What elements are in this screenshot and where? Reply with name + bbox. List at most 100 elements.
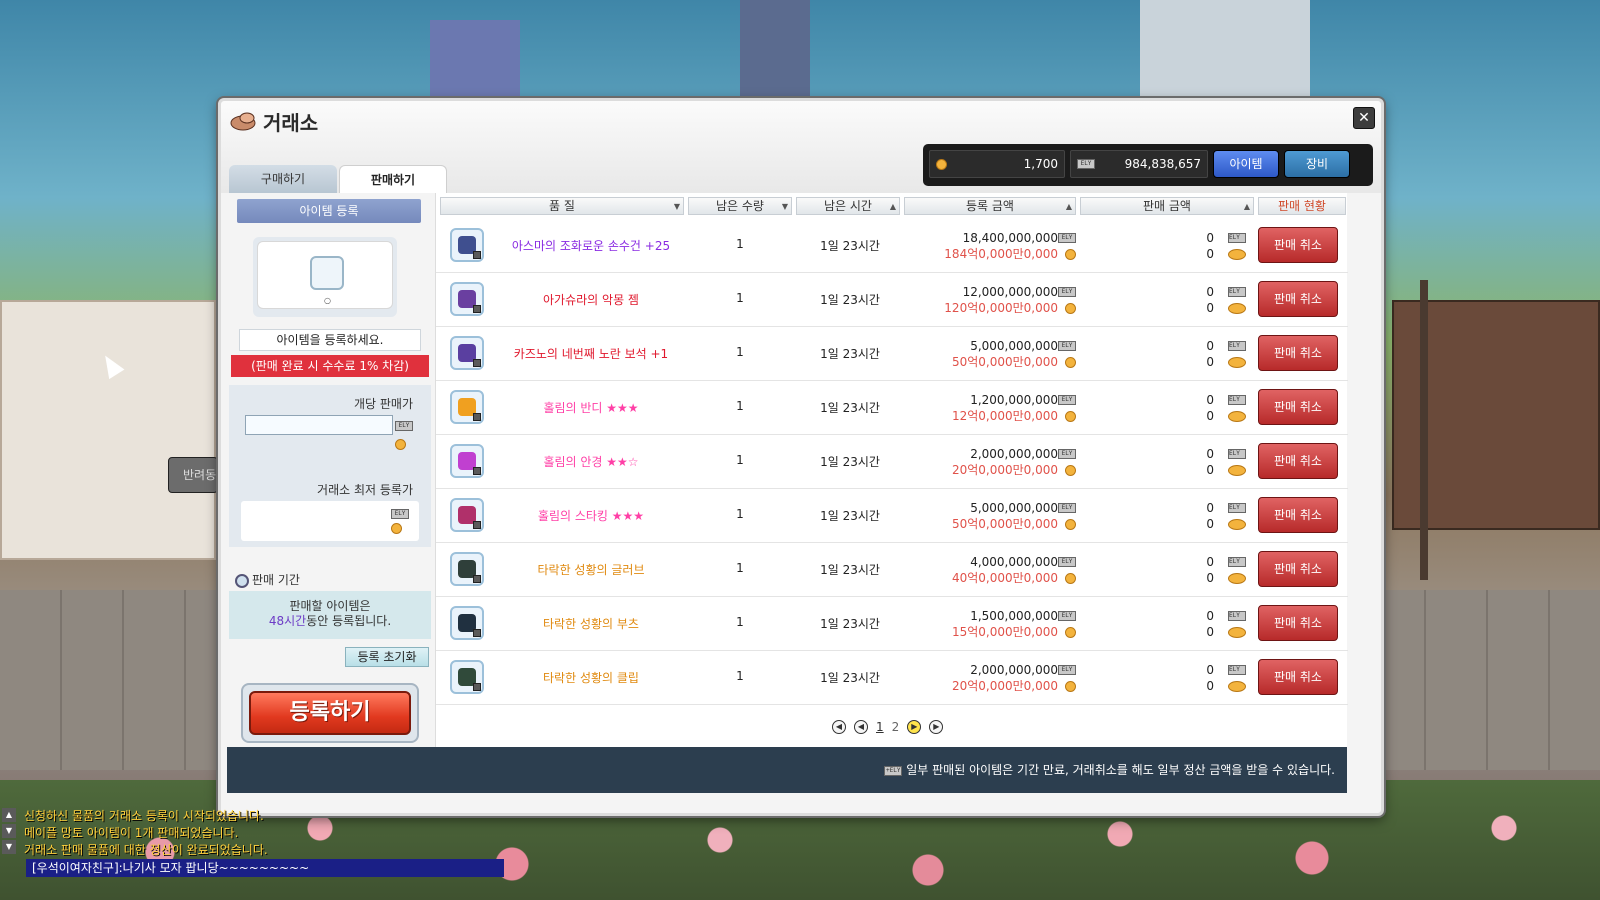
item-price-coin: 184억0,000만0,000 bbox=[906, 246, 1076, 262]
item-quantity: 1 bbox=[736, 291, 744, 305]
background-pagoda bbox=[430, 20, 520, 100]
meso-icon: ELY bbox=[1228, 611, 1246, 621]
pagination: ◀ ◀ 1 2 ▶ ▶ bbox=[832, 717, 972, 737]
item-quantity: 1 bbox=[736, 453, 744, 467]
page-1[interactable]: 1 bbox=[876, 720, 884, 734]
coin-icon bbox=[1228, 681, 1246, 692]
column-sale[interactable]: 판매 금액 ▲ bbox=[1080, 197, 1254, 215]
cancel-sale-button[interactable]: 판매 취소 bbox=[1258, 443, 1338, 479]
clip-icon[interactable] bbox=[450, 660, 484, 694]
table-row[interactable]: 카즈노의 네번째 노란 보석 +1 1 1일 23시간 5,000,000,000 EL… bbox=[436, 327, 1348, 381]
table-row[interactable]: 아가슈라의 악몽 젬 1 1일 23시간 12,000,000,000 ELY 120억0… bbox=[436, 273, 1348, 327]
item-time-left: 1일 23시간 bbox=[820, 563, 880, 577]
dialog-title: 거래소 bbox=[263, 113, 319, 135]
cancel-sale-button[interactable]: 판매 취소 bbox=[1258, 659, 1338, 695]
table-row[interactable]: 아스마의 조화로운 손수건 +25 1 1일 23시간 18,400,000,000 E… bbox=[436, 219, 1348, 273]
cancel-sale-button[interactable]: 판매 취소 bbox=[1258, 551, 1338, 587]
cancel-sale-button[interactable]: 판매 취소 bbox=[1258, 335, 1338, 371]
coin-icon bbox=[395, 439, 406, 450]
item-sale-meso-value: 0 bbox=[1206, 501, 1214, 515]
item-price-meso-value: 5,000,000,000 bbox=[970, 339, 1058, 353]
item-quantity: 1 bbox=[736, 345, 744, 359]
lock-icon bbox=[473, 683, 481, 691]
firefly-icon[interactable] bbox=[450, 390, 484, 424]
next-page-icon[interactable]: ▶ bbox=[907, 720, 922, 734]
item-price-meso: 4,000,000,000 ELY bbox=[906, 554, 1076, 570]
handkerchief-icon[interactable] bbox=[450, 228, 484, 262]
prev-page-icon[interactable]: ◀ bbox=[854, 720, 868, 734]
item-price-coin-value: 20억0,000만0,000 bbox=[951, 679, 1058, 693]
coin-icon bbox=[1228, 303, 1246, 314]
item-sale-coin-value: 0 bbox=[1206, 301, 1214, 315]
item-price: 5,000,000,000 ELY 50억0,000만0,000 bbox=[906, 500, 1076, 532]
reset-button[interactable]: 등록 초기화 bbox=[345, 647, 429, 667]
item-view-button[interactable]: 아이템 bbox=[1213, 150, 1279, 178]
item-price-meso: 5,000,000,000 ELY bbox=[906, 338, 1076, 354]
table-row[interactable]: 홀림의 반디 ★★★ 1 1일 23시간 1,200,000,000 ELY 12억0,0… bbox=[436, 381, 1348, 435]
item-sale: 0 ELY 0 bbox=[1096, 662, 1246, 694]
stocking-icon[interactable] bbox=[450, 498, 484, 532]
table-row[interactable]: 타락한 성황의 글러브 1 1일 23시간 4,000,000,000 ELY 40억0,… bbox=[436, 543, 1348, 597]
nightmare-gem-icon[interactable] bbox=[450, 282, 484, 316]
item-price-coin: 15억0,000만0,000 bbox=[906, 624, 1076, 640]
item-sale-meso: 0 ELY bbox=[1096, 662, 1246, 678]
item-price-meso-value: 1,500,000,000 bbox=[970, 609, 1058, 623]
scroll-bottom-icon[interactable]: ▼ bbox=[2, 840, 16, 854]
tab-buy[interactable]: 구매하기 bbox=[229, 165, 337, 193]
item-time-left: 1일 23시간 bbox=[820, 293, 880, 307]
cancel-sale-button[interactable]: 판매 취소 bbox=[1258, 227, 1338, 263]
column-quantity[interactable]: 남은 수량 ▼ bbox=[688, 197, 792, 215]
first-page-icon[interactable]: ◀ bbox=[832, 720, 846, 734]
item-sale-coin: 0 bbox=[1096, 408, 1246, 424]
pet-button[interactable]: 반려동 bbox=[168, 457, 218, 493]
meso-icon: ELY bbox=[1058, 287, 1076, 297]
period-line1: 판매할 아이템은 bbox=[289, 599, 371, 613]
tab-sell[interactable]: 판매하기 bbox=[339, 165, 447, 193]
chat-input[interactable]: [우석이여자친구]:나기사 모자 팝니당~~~~~~~~~ bbox=[26, 859, 504, 877]
column-time[interactable]: 남은 시간 ▲ bbox=[796, 197, 900, 215]
empty-slot-icon bbox=[310, 256, 344, 290]
sort-down-icon: ▼ bbox=[673, 202, 680, 211]
scroll-up-icon[interactable]: ▲ bbox=[2, 808, 16, 822]
coin-icon bbox=[391, 523, 402, 534]
currency-bar: 1,700 ELY 984,838,657 아이템 장비 bbox=[923, 144, 1373, 186]
last-page-icon[interactable]: ▶ bbox=[929, 720, 944, 734]
register-button[interactable]: 등록하기 bbox=[249, 691, 411, 735]
lock-icon bbox=[473, 305, 481, 313]
cancel-sale-button[interactable]: 판매 취소 bbox=[1258, 605, 1338, 641]
item-name: 타락한 성황의 글러브 bbox=[537, 563, 645, 577]
unit-price-input[interactable] bbox=[245, 415, 393, 435]
item-price: 2,000,000,000 ELY 20억0,000만0,000 bbox=[906, 446, 1076, 478]
item-quantity: 1 bbox=[736, 507, 744, 521]
listing-panel: 품 질 ▼ 남은 수량 ▼ 남은 시간 ▲ 등록 금액 ▲ 판매 금액 ▲ 판매 현황 아… bbox=[435, 193, 1348, 753]
cancel-sale-button[interactable]: 판매 취소 bbox=[1258, 389, 1338, 425]
close-button[interactable]: ✕ bbox=[1353, 107, 1375, 129]
cancel-sale-button[interactable]: 판매 취소 bbox=[1258, 281, 1338, 317]
table-row[interactable]: 타락한 성황의 클립 1 1일 23시간 2,000,000,000 ELY 20억0,0… bbox=[436, 651, 1348, 705]
scroll-down-icon[interactable]: ▼ bbox=[2, 824, 16, 838]
glove-icon[interactable] bbox=[450, 552, 484, 586]
lock-icon bbox=[473, 467, 481, 475]
item-quantity: 1 bbox=[736, 669, 744, 683]
column-price[interactable]: 등록 금액 ▲ bbox=[904, 197, 1076, 215]
item-price-meso: 2,000,000,000 ELY bbox=[906, 662, 1076, 678]
column-quality[interactable]: 품 질 ▼ bbox=[440, 197, 684, 215]
item-name: 홀림의 반디 ★★★ bbox=[543, 401, 639, 415]
yellow-gem-icon[interactable] bbox=[450, 336, 484, 370]
glasses-icon[interactable] bbox=[450, 444, 484, 478]
cancel-sale-button[interactable]: 판매 취소 bbox=[1258, 497, 1338, 533]
footer-text: 일부 판매된 아이템은 기간 만료, 거래취소를 해도 일부 정산 금액을 받을… bbox=[906, 763, 1335, 777]
table-row[interactable]: 홀림의 안경 ★★☆ 1 1일 23시간 2,000,000,000 ELY 20억0,0… bbox=[436, 435, 1348, 489]
meso-icon: ELY bbox=[1228, 233, 1246, 243]
item-quantity: 1 bbox=[736, 615, 744, 629]
item-price-coin: 120억0,000만0,000 bbox=[906, 300, 1076, 316]
equip-view-button[interactable]: 장비 bbox=[1284, 150, 1350, 178]
table-row[interactable]: 타락한 성황의 부츠 1 1일 23시간 1,500,000,000 ELY 15억0,0… bbox=[436, 597, 1348, 651]
table-row[interactable]: 홀림의 스타킹 ★★★ 1 1일 23시간 5,000,000,000 ELY 50억0,… bbox=[436, 489, 1348, 543]
sort-up-icon: ▲ bbox=[1065, 202, 1072, 211]
page-2[interactable]: 2 bbox=[892, 720, 900, 734]
coin-icon bbox=[1065, 627, 1076, 638]
coin-icon bbox=[1228, 465, 1246, 476]
item-slot[interactable]: ○ bbox=[257, 241, 393, 309]
boots-icon[interactable] bbox=[450, 606, 484, 640]
